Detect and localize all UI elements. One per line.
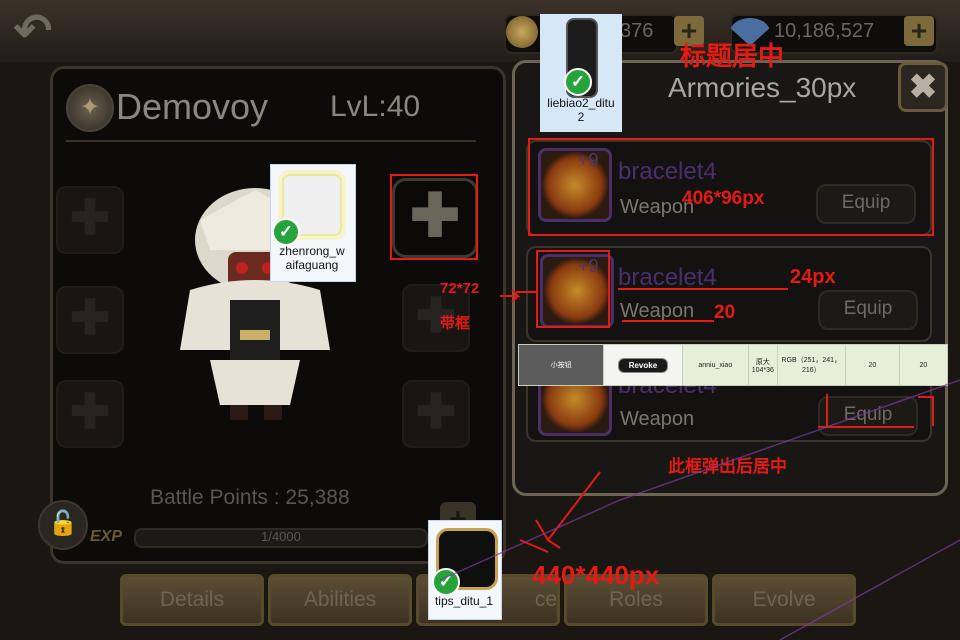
- annotation-arrows: [439, 289, 960, 640]
